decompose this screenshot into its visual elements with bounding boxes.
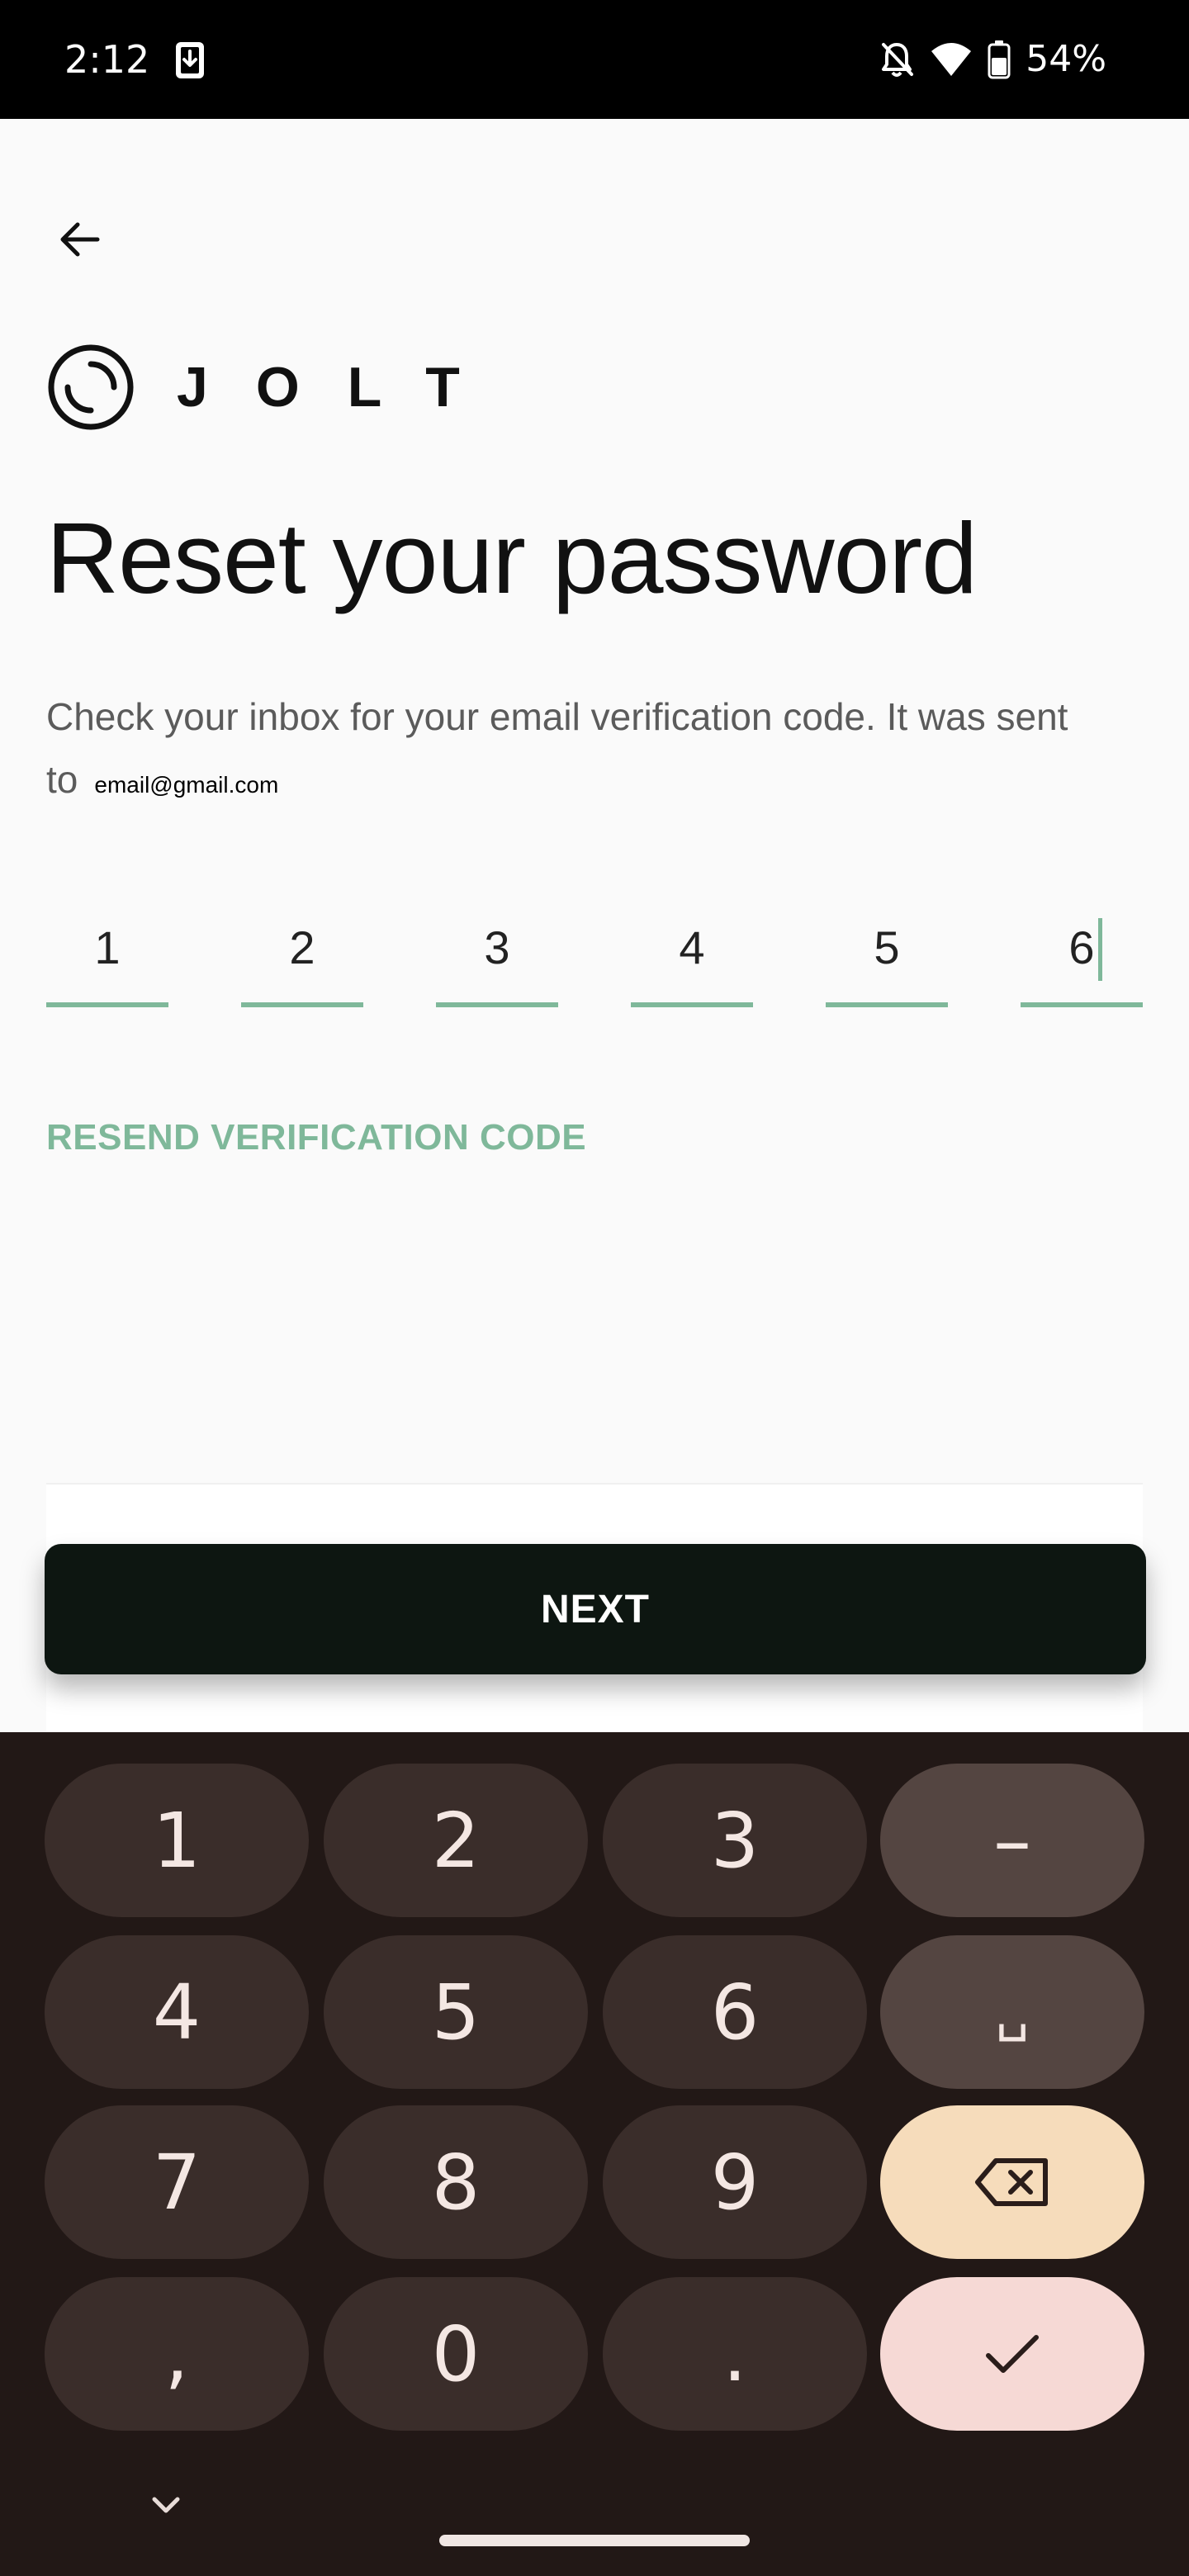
key-enter[interactable] [880, 2277, 1144, 2431]
key-minus[interactable]: – [880, 1764, 1144, 1917]
battery-icon [988, 40, 1011, 79]
bell-off-icon [882, 43, 914, 77]
key-backspace[interactable] [880, 2105, 1144, 2259]
battery-percent: 54% [1026, 38, 1106, 80]
check-icon [986, 2335, 1039, 2373]
key-period[interactable]: . [603, 2277, 867, 2431]
key-comma[interactable]: , [45, 2277, 309, 2431]
next-button[interactable]: NEXT [45, 1544, 1146, 1674]
code-digit-4[interactable]: 4 [631, 892, 753, 1007]
resend-code-link[interactable]: RESEND VERIFICATION CODE [46, 1115, 586, 1161]
code-digit-underline [631, 1002, 753, 1007]
key-space[interactable]: ␣ [880, 1935, 1144, 2089]
code-digit-value: 1 [94, 921, 121, 973]
page-description: Check your inbox for your email verifica… [46, 685, 1153, 817]
page-title: Reset your password [46, 502, 978, 614]
key-5[interactable]: 5 [324, 1935, 588, 2089]
status-time: 2:12 [64, 37, 150, 82]
numeric-keyboard: 1 2 3 – 4 5 6 ␣ 7 8 9 , 0 . [0, 1732, 1189, 2576]
code-digit-6[interactable]: 6 [1021, 892, 1143, 1007]
key-4[interactable]: 4 [45, 1935, 309, 2089]
code-digit-underline [826, 1002, 948, 1007]
hide-keyboard-button[interactable] [145, 2485, 187, 2526]
wifi-icon [931, 43, 972, 76]
chevron-down-icon [152, 2497, 180, 2513]
backspace-icon [975, 2158, 1048, 2206]
code-digit-value: 5 [874, 921, 900, 973]
code-digit-value: 3 [484, 921, 510, 973]
key-3[interactable]: 3 [603, 1764, 867, 1917]
code-digit-underline [1021, 1002, 1143, 1007]
text-cursor [1098, 918, 1102, 981]
key-2[interactable]: 2 [324, 1764, 588, 1917]
key-0[interactable]: 0 [324, 2277, 588, 2431]
key-7[interactable]: 7 [45, 2105, 309, 2259]
code-digit-underline [46, 1002, 168, 1007]
verification-code-inputs: 1 2 3 4 5 6 [46, 892, 1143, 1007]
jolt-logo-icon [48, 344, 134, 430]
key-9[interactable]: 9 [603, 2105, 867, 2259]
brand-logo: JOLT [46, 342, 508, 433]
home-indicator[interactable] [439, 2535, 750, 2546]
code-digit-1[interactable]: 1 [46, 892, 168, 1007]
download-icon [176, 42, 204, 78]
code-digit-3[interactable]: 3 [436, 892, 558, 1007]
code-digit-value: 4 [679, 921, 705, 973]
back-button[interactable] [48, 208, 111, 271]
status-icons: 54% [879, 36, 1106, 83]
code-digit-underline [436, 1002, 558, 1007]
key-1[interactable]: 1 [45, 1764, 309, 1917]
email-address: email@gmail.com [94, 772, 279, 798]
key-6[interactable]: 6 [603, 1935, 867, 2089]
code-digit-5[interactable]: 5 [826, 892, 948, 1007]
brand-name: JOLT [177, 356, 508, 419]
key-8[interactable]: 8 [324, 2105, 588, 2259]
code-digit-value: 6 [1068, 921, 1095, 973]
code-digit-value: 2 [289, 921, 315, 973]
code-digit-underline [241, 1002, 363, 1007]
status-bar: 2:12 54% [0, 0, 1189, 119]
code-digit-2[interactable]: 2 [241, 892, 363, 1007]
arrow-left-icon [60, 222, 100, 257]
